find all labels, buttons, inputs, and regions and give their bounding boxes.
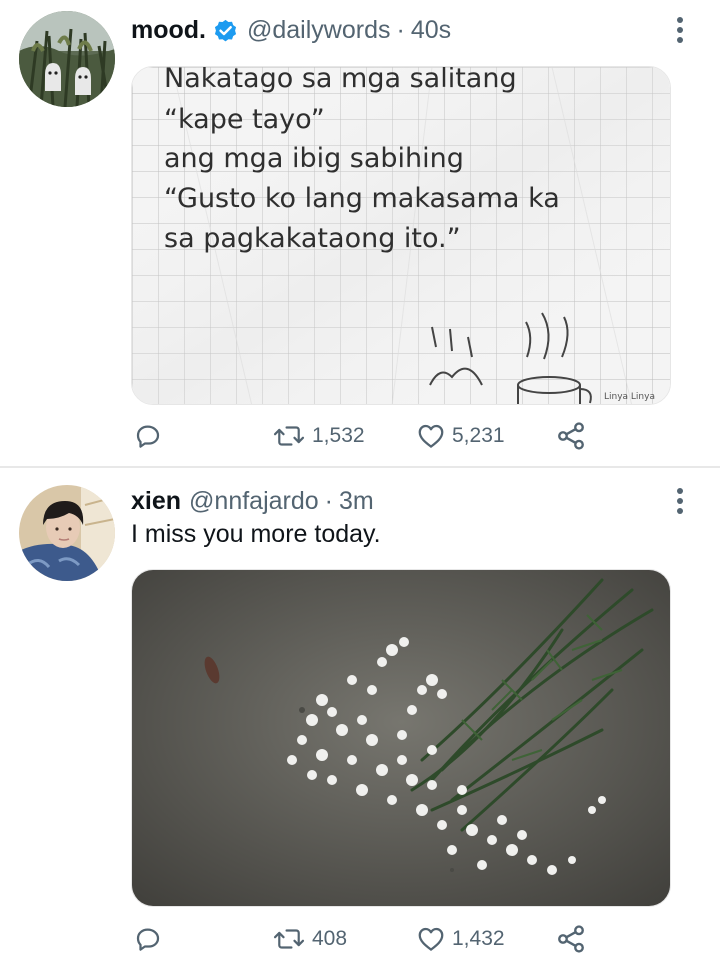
share-button[interactable]: [555, 416, 587, 456]
tweet-text: I miss you more today.: [131, 520, 381, 548]
note-line-2: “kape tayo”: [164, 104, 325, 135]
reply-icon: [136, 928, 160, 951]
tweet[interactable]: mood. @dailywords · 40s Nakatago sa mga …: [0, 0, 720, 466]
retweet-count: 408: [312, 927, 348, 950]
share-button[interactable]: [555, 919, 587, 959]
note-paper-image: Nakatago sa mga salitang “kape tayo” ang…: [132, 67, 670, 404]
more-options-button[interactable]: [668, 13, 692, 47]
reply-icon: [136, 425, 160, 448]
tweet-image[interactable]: Nakatago sa mga salitang “kape tayo” ang…: [131, 66, 671, 405]
tweet-header: xien @nnfajardo · 3m: [131, 484, 374, 518]
reply-button[interactable]: [133, 919, 169, 959]
avatar[interactable]: [19, 11, 115, 107]
note-line-3: ang mga ibig sabihing: [164, 143, 464, 174]
heart-icon: [418, 927, 444, 951]
heart-icon: [418, 424, 444, 448]
display-name[interactable]: xien: [131, 487, 181, 516]
like-button[interactable]: 5,231: [416, 416, 505, 456]
tweet-header: mood. @dailywords · 40s: [131, 13, 451, 47]
reply-button[interactable]: [133, 416, 169, 456]
note-line-4: “Gusto ko lang makasama ka: [164, 183, 560, 214]
separator-dot: ·: [324, 486, 333, 515]
avatar-image: [19, 11, 115, 107]
flowers-photo: [132, 570, 670, 906]
separator-dot: ·: [396, 15, 405, 44]
timestamp[interactable]: 40s: [411, 16, 451, 45]
like-button[interactable]: 1,432: [416, 919, 505, 959]
retweet-count: 1,532: [312, 424, 365, 447]
more-vertical-icon: [677, 17, 683, 43]
share-icon: [558, 925, 584, 953]
retweet-icon: [273, 426, 305, 446]
tweet-actions: 408 1,432: [0, 919, 720, 959]
signature-text: Linya Linya: [604, 392, 655, 402]
avatar[interactable]: [19, 485, 115, 581]
retweet-icon: [273, 929, 305, 949]
more-options-button[interactable]: [668, 484, 692, 518]
verified-badge-icon: [212, 17, 239, 44]
timestamp[interactable]: 3m: [339, 487, 374, 516]
share-icon: [558, 422, 584, 450]
note-line-1: Nakatago sa mga salitang: [164, 67, 517, 94]
like-count: 1,432: [452, 927, 505, 950]
display-name[interactable]: mood.: [131, 16, 206, 45]
retweet-button[interactable]: 408: [272, 919, 347, 959]
more-vertical-icon: [677, 488, 683, 514]
handle[interactable]: @nnfajardo: [189, 487, 319, 516]
note-line-5: sa pagkakataong ito.”: [164, 223, 461, 254]
tweet[interactable]: xien @nnfajardo · 3m I miss you more tod…: [0, 468, 720, 963]
avatar-image: [19, 485, 115, 581]
tweet-actions: 1,532 5,231: [0, 416, 720, 456]
retweet-button[interactable]: 1,532: [272, 416, 365, 456]
tweet-image[interactable]: [131, 569, 671, 907]
like-count: 5,231: [452, 424, 505, 447]
handle[interactable]: @dailywords: [247, 16, 390, 45]
